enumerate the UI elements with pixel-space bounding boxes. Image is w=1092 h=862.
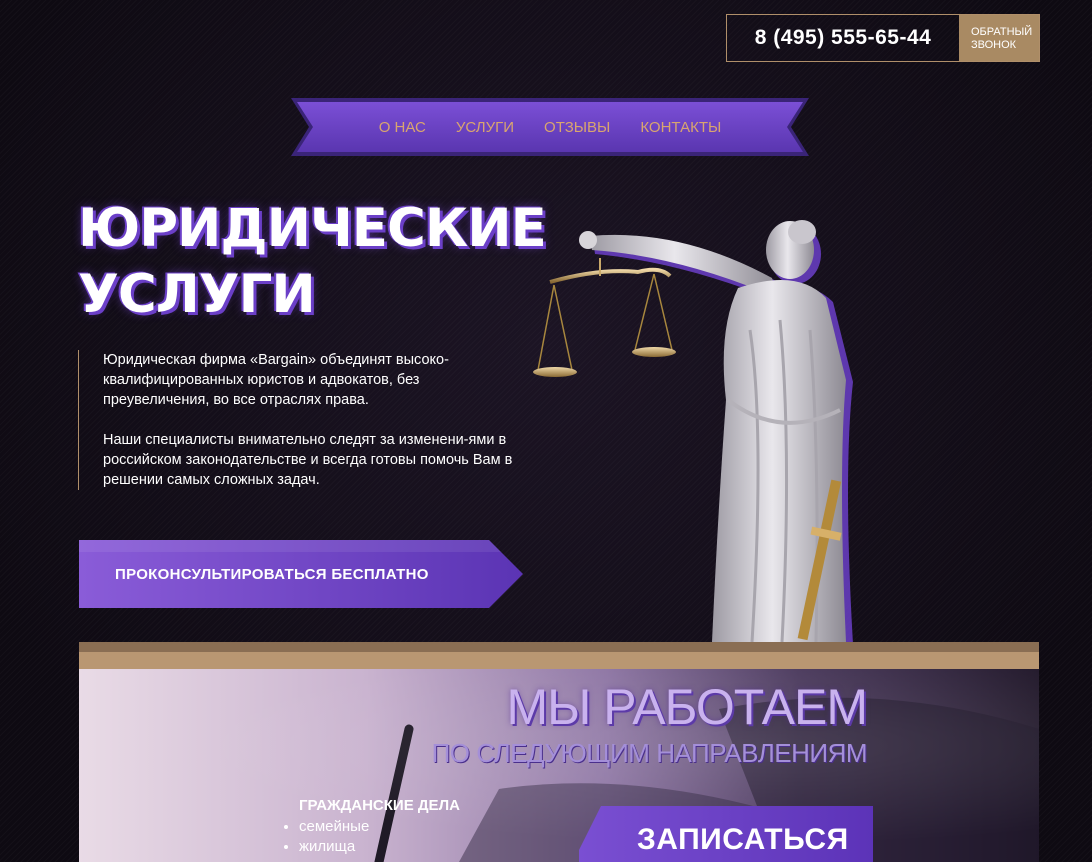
hero-paragraph-2: Наши специалисты внимательно следят за и… — [103, 432, 513, 488]
cta-label: ПРОКОНСУЛЬТИРОВАТЬСЯ БЕСПЛАТНО — [115, 565, 429, 583]
nav-item-contacts[interactable]: КОНТАКТЫ — [640, 119, 721, 136]
nav-item-services[interactable]: УСЛУГИ — [456, 119, 514, 136]
callback-button[interactable]: ОБРАТНЫЙ ЗВОНОК — [959, 15, 1039, 61]
callback-label-line1: ОБРАТНЫЙ — [971, 26, 1033, 38]
phone-number[interactable]: 8 (495) 555-65-44 — [727, 15, 959, 61]
hero-description: Юридическая фирма «Bargain» объединят вы… — [78, 350, 523, 490]
nav-item-reviews[interactable]: ОТЗЫВЫ — [544, 119, 610, 136]
hero-title: ЮРИДИЧЕСКИЕ УСЛУГИ — [78, 196, 548, 328]
hero-title-line2: УСЛУГИ — [78, 264, 316, 325]
main-nav: О НАС УСЛУГИ ОТЗЫВЫ КОНТАКТЫ — [291, 98, 809, 156]
consult-free-button[interactable]: ПРОКОНСУЛЬТИРОВАТЬСЯ БЕСПЛАТНО — [79, 540, 523, 608]
signup-button[interactable]: ЗАПИСАТЬСЯ — [579, 806, 873, 862]
services-section: МЫ РАБОТАЕМ ПО СЛЕДУЮЩИМ НАПРАВЛЕНИЯМ ГР… — [79, 642, 1039, 862]
callback-label-line2: ЗВОНОК — [971, 39, 1017, 51]
phone-box: 8 (495) 555-65-44 ОБРАТНЫЙ ЗВОНОК — [726, 14, 1040, 62]
nav-item-about[interactable]: О НАС — [379, 119, 426, 136]
list-item: жилища — [299, 837, 369, 857]
themis-statue-image — [533, 220, 853, 642]
hero-title-line1: ЮРИДИЧЕСКИЕ — [78, 198, 547, 259]
signup-label: ЗАПИСАТЬСЯ — [637, 823, 849, 856]
civil-cases-list: семейные жилища — [279, 817, 369, 857]
works-subtitle: ПО СЛЕДУЮЩИМ НАПРАВЛЕНИЯМ — [431, 738, 868, 768]
hero-paragraph-1: Юридическая фирма «Bargain» объединят вы… — [103, 352, 449, 408]
works-title: МЫ РАБОТАЕМ — [506, 679, 868, 735]
civil-cases-title: ГРАЖДАНСКИЕ ДЕЛА — [299, 797, 460, 814]
list-item: семейные — [299, 817, 369, 837]
divider-bar-dark — [79, 642, 1039, 652]
divider-bar-light — [79, 652, 1039, 669]
